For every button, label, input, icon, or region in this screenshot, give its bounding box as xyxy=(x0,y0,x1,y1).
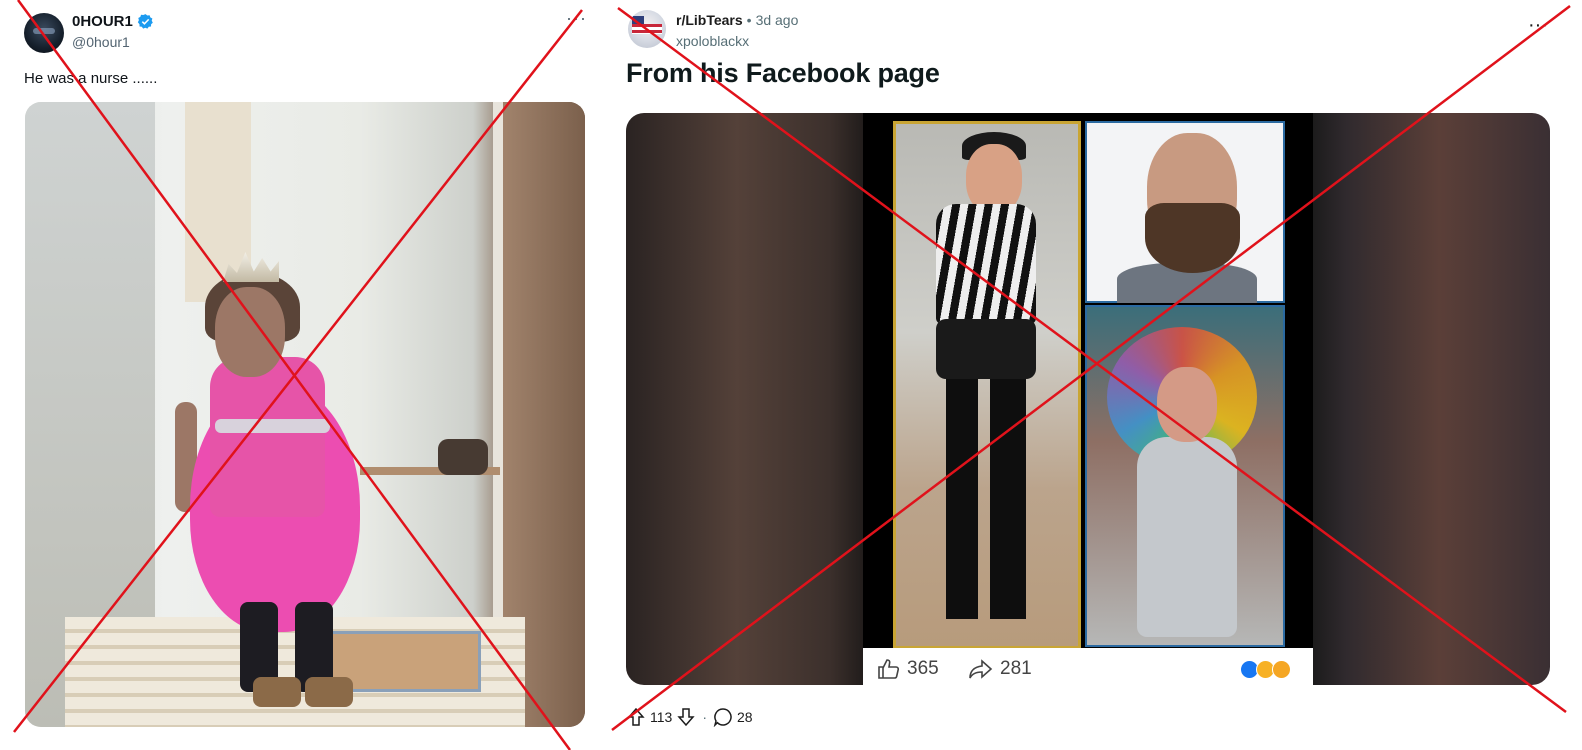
verified-badge-icon xyxy=(137,14,153,29)
facebook-screenshot: 365 281 xyxy=(863,113,1313,685)
display-name-row[interactable]: 0HOUR1 xyxy=(72,13,154,30)
share-count: 281 xyxy=(1000,658,1032,679)
image-boot-left xyxy=(253,677,301,707)
photo-referee xyxy=(893,121,1081,649)
age-separator: • xyxy=(746,12,752,28)
image-lamp xyxy=(438,439,488,475)
upvote-icon[interactable] xyxy=(626,707,646,727)
subreddit-avatar[interactable] xyxy=(628,10,666,48)
thumbs-up-icon xyxy=(878,659,900,679)
footer-separator: · xyxy=(702,709,707,725)
reaction-emojis xyxy=(1240,660,1291,679)
post-image[interactable]: 365 281 xyxy=(626,113,1550,685)
more-options-icon[interactable]: ··· xyxy=(1528,14,1548,37)
image-beard xyxy=(1145,203,1240,273)
image-striped-shirt xyxy=(936,204,1036,324)
reddit-panel: r/LibTears • 3d ago xpoloblackx ··· From… xyxy=(610,0,1582,750)
upvote-count: 113 xyxy=(650,709,673,725)
post-actions: 113 · 28 xyxy=(626,707,753,727)
image-legs xyxy=(946,379,1026,619)
like-count: 365 xyxy=(907,658,939,679)
image-belt xyxy=(215,419,330,433)
like-stat: 365 xyxy=(877,658,939,680)
wow-reaction-icon xyxy=(1272,660,1291,679)
subreddit-row: r/LibTears • 3d ago xyxy=(676,12,798,28)
photo-costume xyxy=(1085,305,1285,647)
downvote-icon[interactable] xyxy=(676,707,696,727)
image-pink-top xyxy=(210,357,325,517)
tweet-text: He was a nurse ...... xyxy=(24,70,158,87)
post-title[interactable]: From his Facebook page xyxy=(626,58,940,89)
comment-icon[interactable] xyxy=(713,707,733,727)
image-head xyxy=(215,287,285,377)
tweet-panel: 0HOUR1 @0hour1 ··· He was a nurse ...... xyxy=(0,0,606,750)
display-name[interactable]: 0HOUR1 xyxy=(72,13,133,30)
image-skirt xyxy=(936,319,1036,379)
more-options-icon[interactable]: ··· xyxy=(566,8,587,29)
image-face xyxy=(1157,367,1217,442)
avatar[interactable] xyxy=(24,13,64,53)
share-arrow-icon xyxy=(969,659,993,679)
share-stat: 281 xyxy=(968,658,1032,680)
image-boot-right xyxy=(305,677,353,707)
tweet-image[interactable] xyxy=(25,102,585,727)
post-author[interactable]: xpoloblackx xyxy=(676,33,749,49)
comment-count[interactable]: 28 xyxy=(737,709,753,725)
image-outfit xyxy=(1137,437,1237,637)
photo-portrait xyxy=(1085,121,1285,303)
handle[interactable]: @0hour1 xyxy=(72,34,130,50)
post-age: 3d ago xyxy=(755,12,799,28)
subreddit-name[interactable]: r/LibTears xyxy=(676,12,743,28)
